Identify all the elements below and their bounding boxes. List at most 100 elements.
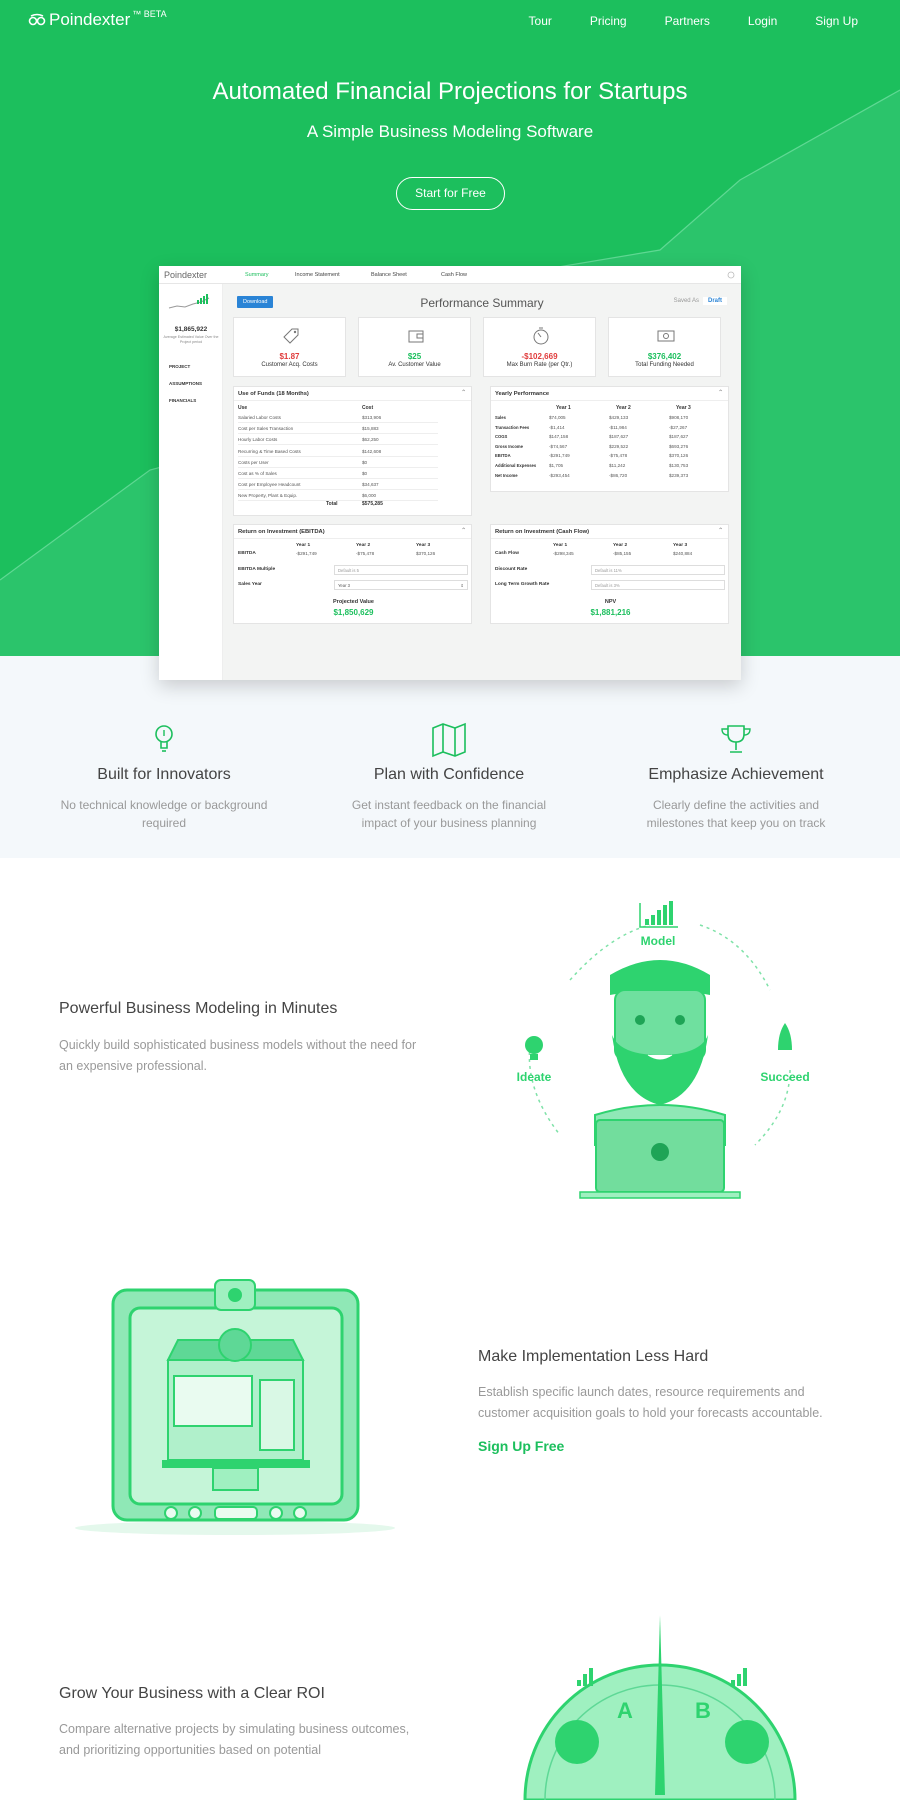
saved-as-control[interactable]: Saved As Draft <box>674 297 727 305</box>
cell: -$85,155 <box>613 551 632 556</box>
row-divider <box>238 455 438 457</box>
collapse-icon[interactable]: ⌃ <box>718 528 723 534</box>
features-section: Built for Innovators No technical knowle… <box>0 656 900 858</box>
kpi-label: Total Funding Needed <box>635 362 694 368</box>
row-divider <box>238 489 438 491</box>
table-cell: $1,705 <box>549 463 564 468</box>
field-label: Discount Rate <box>495 567 528 572</box>
signup-free-link[interactable]: Sign Up Free <box>478 1438 564 1454</box>
col-header: Year 2 <box>616 405 631 411</box>
table-cell: Recurring & Time Based Costs <box>238 448 301 454</box>
table-cell: Transaction Fees <box>495 424 530 430</box>
performance-summary-title: Performance Summary <box>420 296 544 310</box>
kpi-value: $1.87 <box>279 352 300 361</box>
kpi-value: $376,402 <box>647 352 682 361</box>
table-cell: -$74,567 <box>549 443 568 449</box>
kpi-card: $1.87 Customer Acq. Costs <box>233 317 346 377</box>
map-icon <box>432 722 466 758</box>
kpi-label: Av. Customer Value <box>388 362 441 368</box>
kpi-value: -$102,669 <box>521 352 558 361</box>
ebitda-multiple-input[interactable]: Default is 5 <box>334 565 468 575</box>
table-cell: -$293,454 <box>549 472 570 478</box>
nav-login[interactable]: Login <box>748 14 777 28</box>
brand-logo[interactable]: Poindexter ™ BETA <box>28 9 167 30</box>
collapse-icon[interactable]: ⌃ <box>461 528 466 534</box>
growth-rate-input[interactable]: Default is 3% <box>591 580 725 590</box>
draft-select[interactable]: Draft <box>702 297 727 305</box>
table-cell: -$75,478 <box>609 453 628 459</box>
table-cell: $6,000 <box>362 493 377 499</box>
row-divider <box>238 422 438 423</box>
table-cell: $147,158 <box>549 434 569 440</box>
table-cell: Salaried Labor Costs <box>238 415 281 420</box>
col-header: Year 2 <box>356 543 371 548</box>
panel-title: Yearly Performance <box>495 391 550 397</box>
sidebar-item-project[interactable]: PROJECT <box>169 364 190 369</box>
nav-tour[interactable]: Tour <box>529 14 552 28</box>
ab-dial-illustration: A B <box>523 1615 797 1800</box>
tab-cash-flow[interactable]: Cash Flow <box>441 272 467 278</box>
table-cell: COGS <box>495 434 508 440</box>
kpi-label: Customer Acq. Costs <box>261 362 318 368</box>
hero-subtitle: A Simple Business Modeling Software <box>306 122 594 141</box>
dial-label-a: A <box>617 1698 633 1723</box>
col-header: Year 1 <box>553 543 568 548</box>
collapse-icon[interactable]: ⌃ <box>718 390 723 396</box>
kpi-card: $25 Av. Customer Value <box>358 317 471 377</box>
feature-desc: No technical knowledge or background req… <box>60 798 268 830</box>
section-implementation-title: Make Implementation Less Hard <box>478 1348 709 1365</box>
row-label: Cash Flow <box>495 551 519 556</box>
roi-cashflow-panel: Return on Investment (Cash Flow) ⌃ Year 1… <box>490 524 729 624</box>
nav-partners[interactable]: Partners <box>665 14 710 28</box>
sales-year-select[interactable]: Year 3 ⇕ <box>334 580 468 590</box>
row-label: EBITDA <box>238 551 256 556</box>
yearly-performance-panel: Yearly Performance ⌃ Year 1 Year 2 Year 3… <box>490 386 729 492</box>
row-divider <box>238 478 438 479</box>
row-divider <box>238 433 438 435</box>
tab-income-statement[interactable]: Income Statement <box>295 272 340 278</box>
table-cell: -$1,414 <box>549 424 565 430</box>
select-arrow-icon: ⇕ <box>460 583 464 588</box>
table-cell: $693,276 <box>669 443 689 449</box>
sidebar-item-financials[interactable]: FINANCIALS <box>169 398 196 403</box>
tab-summary[interactable]: Summary <box>245 272 269 278</box>
start-free-button[interactable]: Start for Free <box>396 177 505 210</box>
nav-signup[interactable]: Sign Up <box>815 14 858 28</box>
table-cell: $229,522 <box>609 443 629 449</box>
col-header: Year 3 <box>676 405 691 411</box>
table-cell: $187,627 <box>609 434 629 440</box>
select-value: Year 3 <box>338 583 350 588</box>
total-value: $575,285 <box>362 501 383 507</box>
bearded-man-illustration: Model Ideate Succeed <box>517 901 810 1199</box>
roi-ebitda-panel: Return on Investment (EBITDA) ⌃ Year 1 Ye… <box>233 524 472 624</box>
table-cell: $370,126 <box>669 453 689 459</box>
table-cell: New Property, Plant & Equip. <box>238 493 298 499</box>
cycle-label-model: Model <box>641 934 676 948</box>
collapse-icon[interactable]: ⌃ <box>461 390 466 396</box>
trophy-icon <box>721 725 751 753</box>
nav-pricing[interactable]: Pricing <box>590 14 627 28</box>
table-cell: $74,005 <box>549 415 566 420</box>
cell: $240,884 <box>673 551 693 556</box>
tab-balance-sheet[interactable]: Balance Sheet <box>371 272 407 278</box>
kpi-value: $25 <box>407 352 422 361</box>
col-header: Year 3 <box>673 543 688 548</box>
cycle-label-ideate: Ideate <box>517 1070 552 1084</box>
table-cell: $11,242 <box>609 463 626 468</box>
col-header: Year 1 <box>296 543 311 548</box>
table-cell: Additional Expenses <box>495 463 537 468</box>
table-cell: $187,627 <box>669 434 689 440</box>
wallet-icon <box>408 330 424 343</box>
table-cell: -$11,984 <box>609 424 627 430</box>
help-icon[interactable] <box>727 271 735 279</box>
table-cell: $62,250 <box>362 437 379 443</box>
sidebar-item-assumptions[interactable]: ASSUMPTIONS <box>169 381 202 386</box>
table-cell: Cost per Employee Headcount <box>238 482 301 488</box>
table-cell: Gross Income <box>495 443 523 449</box>
discount-rate-input[interactable]: Default is 11% <box>591 565 725 575</box>
feature-title: Plan with Confidence <box>373 766 525 783</box>
sidebar-value: $1,865,922 <box>174 326 208 333</box>
section-modeling-title: Powerful Business Modeling in Minutes <box>59 1000 338 1017</box>
app-screenshot: Poindexter Summary Income Statement Bala… <box>159 266 741 680</box>
sidebar-caption: Average Estimated Value Over the Project… <box>163 335 219 344</box>
